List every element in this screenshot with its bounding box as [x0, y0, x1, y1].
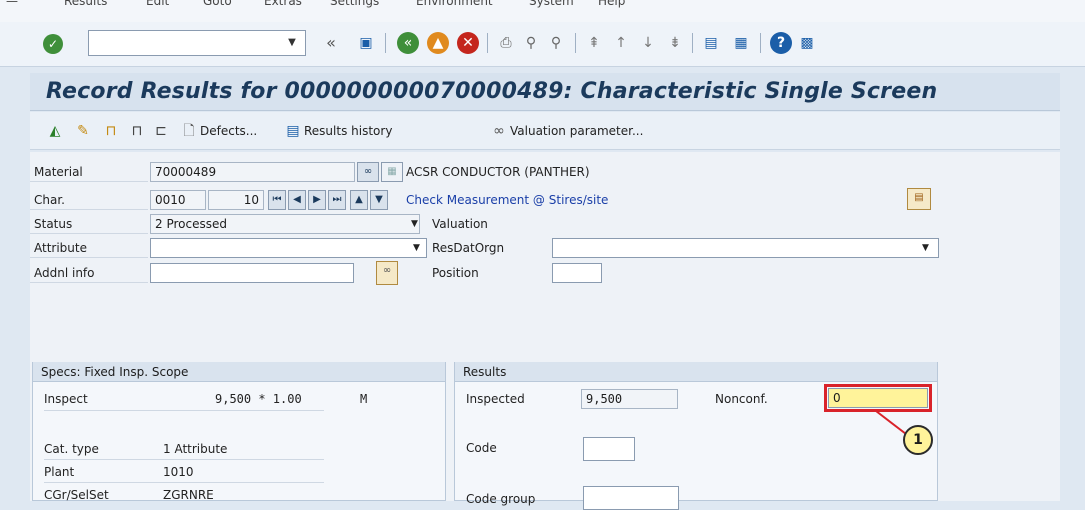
code-group-label: Code group: [466, 492, 536, 506]
glasses-display-icon[interactable]: ∞: [357, 162, 379, 182]
cgr-selset-label: CGr/SelSet: [44, 488, 109, 502]
attribute-dropdown-icon[interactable]: ▼: [413, 243, 420, 253]
cat-type-label: Cat. type: [44, 442, 99, 456]
code-label: Code: [466, 441, 497, 455]
char-sub-field[interactable]: 10: [208, 190, 264, 210]
glasses-info-icon[interactable]: ∞: [376, 261, 398, 285]
specs-panel-header: Specs: Fixed Insp. Scope: [33, 362, 445, 382]
find-next-icon[interactable]: ⚲: [545, 32, 567, 54]
new-session-icon[interactable]: ▤: [700, 32, 722, 54]
shortcut-icon[interactable]: ▦: [730, 32, 752, 54]
menu-system[interactable]: System: [529, 0, 574, 8]
menu-extras[interactable]: Extras: [264, 0, 302, 8]
code-group-field[interactable]: [583, 486, 679, 510]
nonconf-label: Nonconf.: [715, 392, 768, 406]
unlock-open-icon[interactable]: ⊏: [150, 120, 172, 142]
find-icon[interactable]: ⚲: [520, 32, 542, 54]
position-field[interactable]: [552, 263, 602, 283]
menu-icon[interactable]: —: [6, 0, 18, 8]
results-history-button[interactable]: Results history: [304, 120, 392, 142]
nonconf-field[interactable]: 0: [828, 388, 928, 408]
resdatorgn-field[interactable]: [552, 238, 939, 258]
menu-bar: — Results Edit Goto Extras Settings Envi…: [0, 0, 1085, 22]
menu-settings[interactable]: Settings: [330, 0, 379, 8]
first-char-icon[interactable]: ⏮: [268, 190, 286, 210]
unlock-icon[interactable]: ⊓: [100, 120, 122, 142]
back-icon[interactable]: «: [397, 32, 419, 54]
inspected-label: Inspected: [466, 392, 525, 406]
next-page-icon[interactable]: ↓: [637, 32, 659, 54]
save-icon[interactable]: ▣: [355, 32, 377, 54]
menu-edit[interactable]: Edit: [146, 0, 169, 8]
copy-icon[interactable]: ▦: [381, 162, 403, 182]
plant-value: 1010: [163, 465, 194, 479]
menu-results[interactable]: Results: [64, 0, 107, 8]
command-dropdown-icon[interactable]: ▼: [282, 34, 302, 52]
resdatorgn-label: ResDatOrgn: [432, 241, 505, 255]
page-title: Record Results for 000000000070000489: C…: [46, 79, 938, 104]
inspect-unit: M: [360, 392, 368, 406]
exit-icon[interactable]: ▲: [427, 32, 449, 54]
last-page-icon[interactable]: ⇟: [664, 32, 686, 54]
menu-help[interactable]: Help: [598, 0, 625, 8]
first-page-icon[interactable]: ⇞: [583, 32, 605, 54]
menu-environment[interactable]: Environment: [416, 0, 493, 8]
lock-icon[interactable]: ⊓: [126, 120, 148, 142]
material-label: Material: [34, 165, 83, 179]
mountain-chart-icon[interactable]: ◭: [44, 120, 66, 142]
enter-check-icon[interactable]: ✓: [43, 34, 63, 54]
inspect-label: Inspect: [44, 392, 88, 406]
char-label: Char.: [34, 193, 65, 207]
valuation-parameter-button[interactable]: Valuation parameter...: [510, 120, 643, 142]
glasses-icon[interactable]: ∞: [488, 120, 510, 142]
attribute-field[interactable]: [150, 238, 427, 258]
valuation-label: Valuation: [432, 217, 488, 231]
material-description: ACSR CONDUCTOR (PANTHER): [406, 165, 590, 179]
scroll-up-icon[interactable]: ▲: [350, 190, 368, 210]
plant-label: Plant: [44, 465, 75, 479]
status-dropdown-icon[interactable]: ▼: [411, 219, 418, 229]
command-field[interactable]: [88, 30, 306, 56]
previous-page-icon[interactable]: ↑: [610, 32, 632, 54]
double-chevron-icon[interactable]: «: [320, 32, 342, 54]
print-icon[interactable]: ⎙: [495, 32, 517, 54]
long-text-icon[interactable]: ▤: [907, 188, 931, 210]
edit-pencil-icon[interactable]: ✎: [72, 120, 94, 142]
resdatorgn-dropdown-icon[interactable]: ▼: [922, 243, 929, 253]
char-field[interactable]: 0010: [150, 190, 206, 210]
customize-layout-icon[interactable]: ▩: [796, 32, 818, 54]
callout-badge: 1: [903, 425, 933, 455]
addnl-info-label: Addnl info: [34, 266, 95, 280]
last-char-icon[interactable]: ⏭: [328, 190, 346, 210]
specs-panel: [32, 362, 446, 501]
scroll-down-icon[interactable]: ▼: [370, 190, 388, 210]
char-description: Check Measurement @ Stires/site: [406, 193, 609, 207]
results-panel-header: Results: [455, 362, 937, 382]
document-icon[interactable]: 🗋: [178, 120, 200, 142]
status-label: Status: [34, 217, 73, 231]
menu-goto[interactable]: Goto: [203, 0, 232, 8]
cgr-selset-value: ZGRNRE: [163, 488, 214, 502]
results-history-icon[interactable]: ▤: [282, 120, 304, 142]
cancel-icon[interactable]: ✕: [457, 32, 479, 54]
attribute-label: Attribute: [34, 241, 87, 255]
inspected-field[interactable]: 9,500: [581, 389, 678, 409]
code-field[interactable]: [583, 437, 635, 461]
defects-button[interactable]: Defects...: [200, 120, 257, 142]
addnl-info-field[interactable]: [150, 263, 354, 283]
cat-type-value: 1 Attribute: [163, 442, 228, 456]
previous-char-icon[interactable]: ◀: [288, 190, 306, 210]
position-label: Position: [432, 266, 479, 280]
next-char-icon[interactable]: ▶: [308, 190, 326, 210]
material-field[interactable]: 70000489: [150, 162, 355, 182]
status-field[interactable]: 2 Processed: [150, 214, 420, 234]
help-icon[interactable]: ?: [770, 32, 792, 54]
inspect-value: 9,500 * 1.00: [215, 392, 302, 406]
